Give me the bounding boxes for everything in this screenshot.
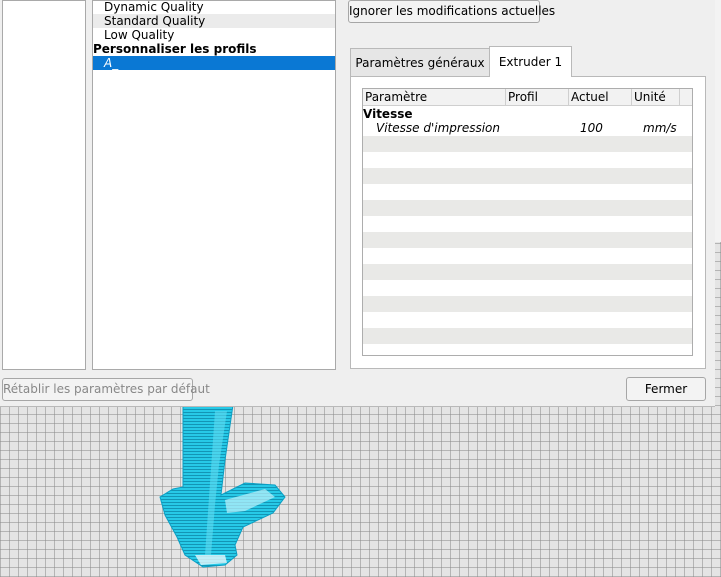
profile-item-standard-quality[interactable]: Standard Quality [93, 14, 335, 28]
empty-row [363, 280, 692, 296]
reset-defaults-button[interactable]: Rétablir les paramètres par défaut [2, 378, 210, 401]
tab-general-settings[interactable]: Paramètres généraux [350, 48, 490, 76]
settings-table: Paramètre Profil Actuel Unité Vitesse Vi… [362, 88, 693, 356]
empty-row [363, 296, 692, 312]
ignore-changes-button[interactable]: Ignorer les modifications actuelles [348, 0, 555, 23]
profile-manager-dialog: Dynamic Quality Standard Quality Low Qua… [0, 0, 715, 407]
printed-model [159, 405, 286, 568]
empty-row [363, 312, 692, 328]
empty-row [363, 152, 692, 168]
current-value-cell[interactable]: 100 [580, 120, 603, 136]
empty-row [363, 216, 692, 232]
column-header-unit[interactable]: Unité [632, 89, 680, 106]
custom-profiles-header: Personnaliser les profils [93, 42, 257, 56]
viewport-strip [715, 0, 721, 242]
profile-list[interactable]: Dynamic Quality Standard Quality Low Qua… [92, 0, 336, 370]
profile-item-low-quality[interactable]: Low Quality [93, 28, 335, 42]
parameter-cell: Vitesse d'impression [376, 121, 500, 135]
printer-list-panel[interactable] [2, 0, 86, 370]
table-row[interactable]: Vitesse d'impression 100 mm/s [363, 120, 692, 136]
empty-row [363, 232, 692, 248]
empty-row [363, 248, 692, 264]
tab-extruder-1[interactable]: Extruder 1 [489, 46, 572, 77]
profile-item-custom-selected[interactable]: A_ [93, 56, 335, 70]
empty-row [363, 200, 692, 216]
empty-row [363, 328, 692, 344]
empty-row [363, 136, 692, 152]
empty-row [363, 264, 692, 280]
close-button[interactable]: Fermer [626, 377, 706, 401]
column-header-profile[interactable]: Profil [506, 89, 569, 106]
empty-row [363, 168, 692, 184]
unit-cell: mm/s [643, 121, 677, 135]
column-header-parameter[interactable]: Paramètre [363, 89, 506, 106]
table-header: Paramètre Profil Actuel Unité [363, 89, 692, 106]
profile-item-dynamic-quality[interactable]: Dynamic Quality [93, 0, 335, 14]
empty-row [363, 184, 692, 200]
column-header-current[interactable]: Actuel [569, 89, 632, 106]
